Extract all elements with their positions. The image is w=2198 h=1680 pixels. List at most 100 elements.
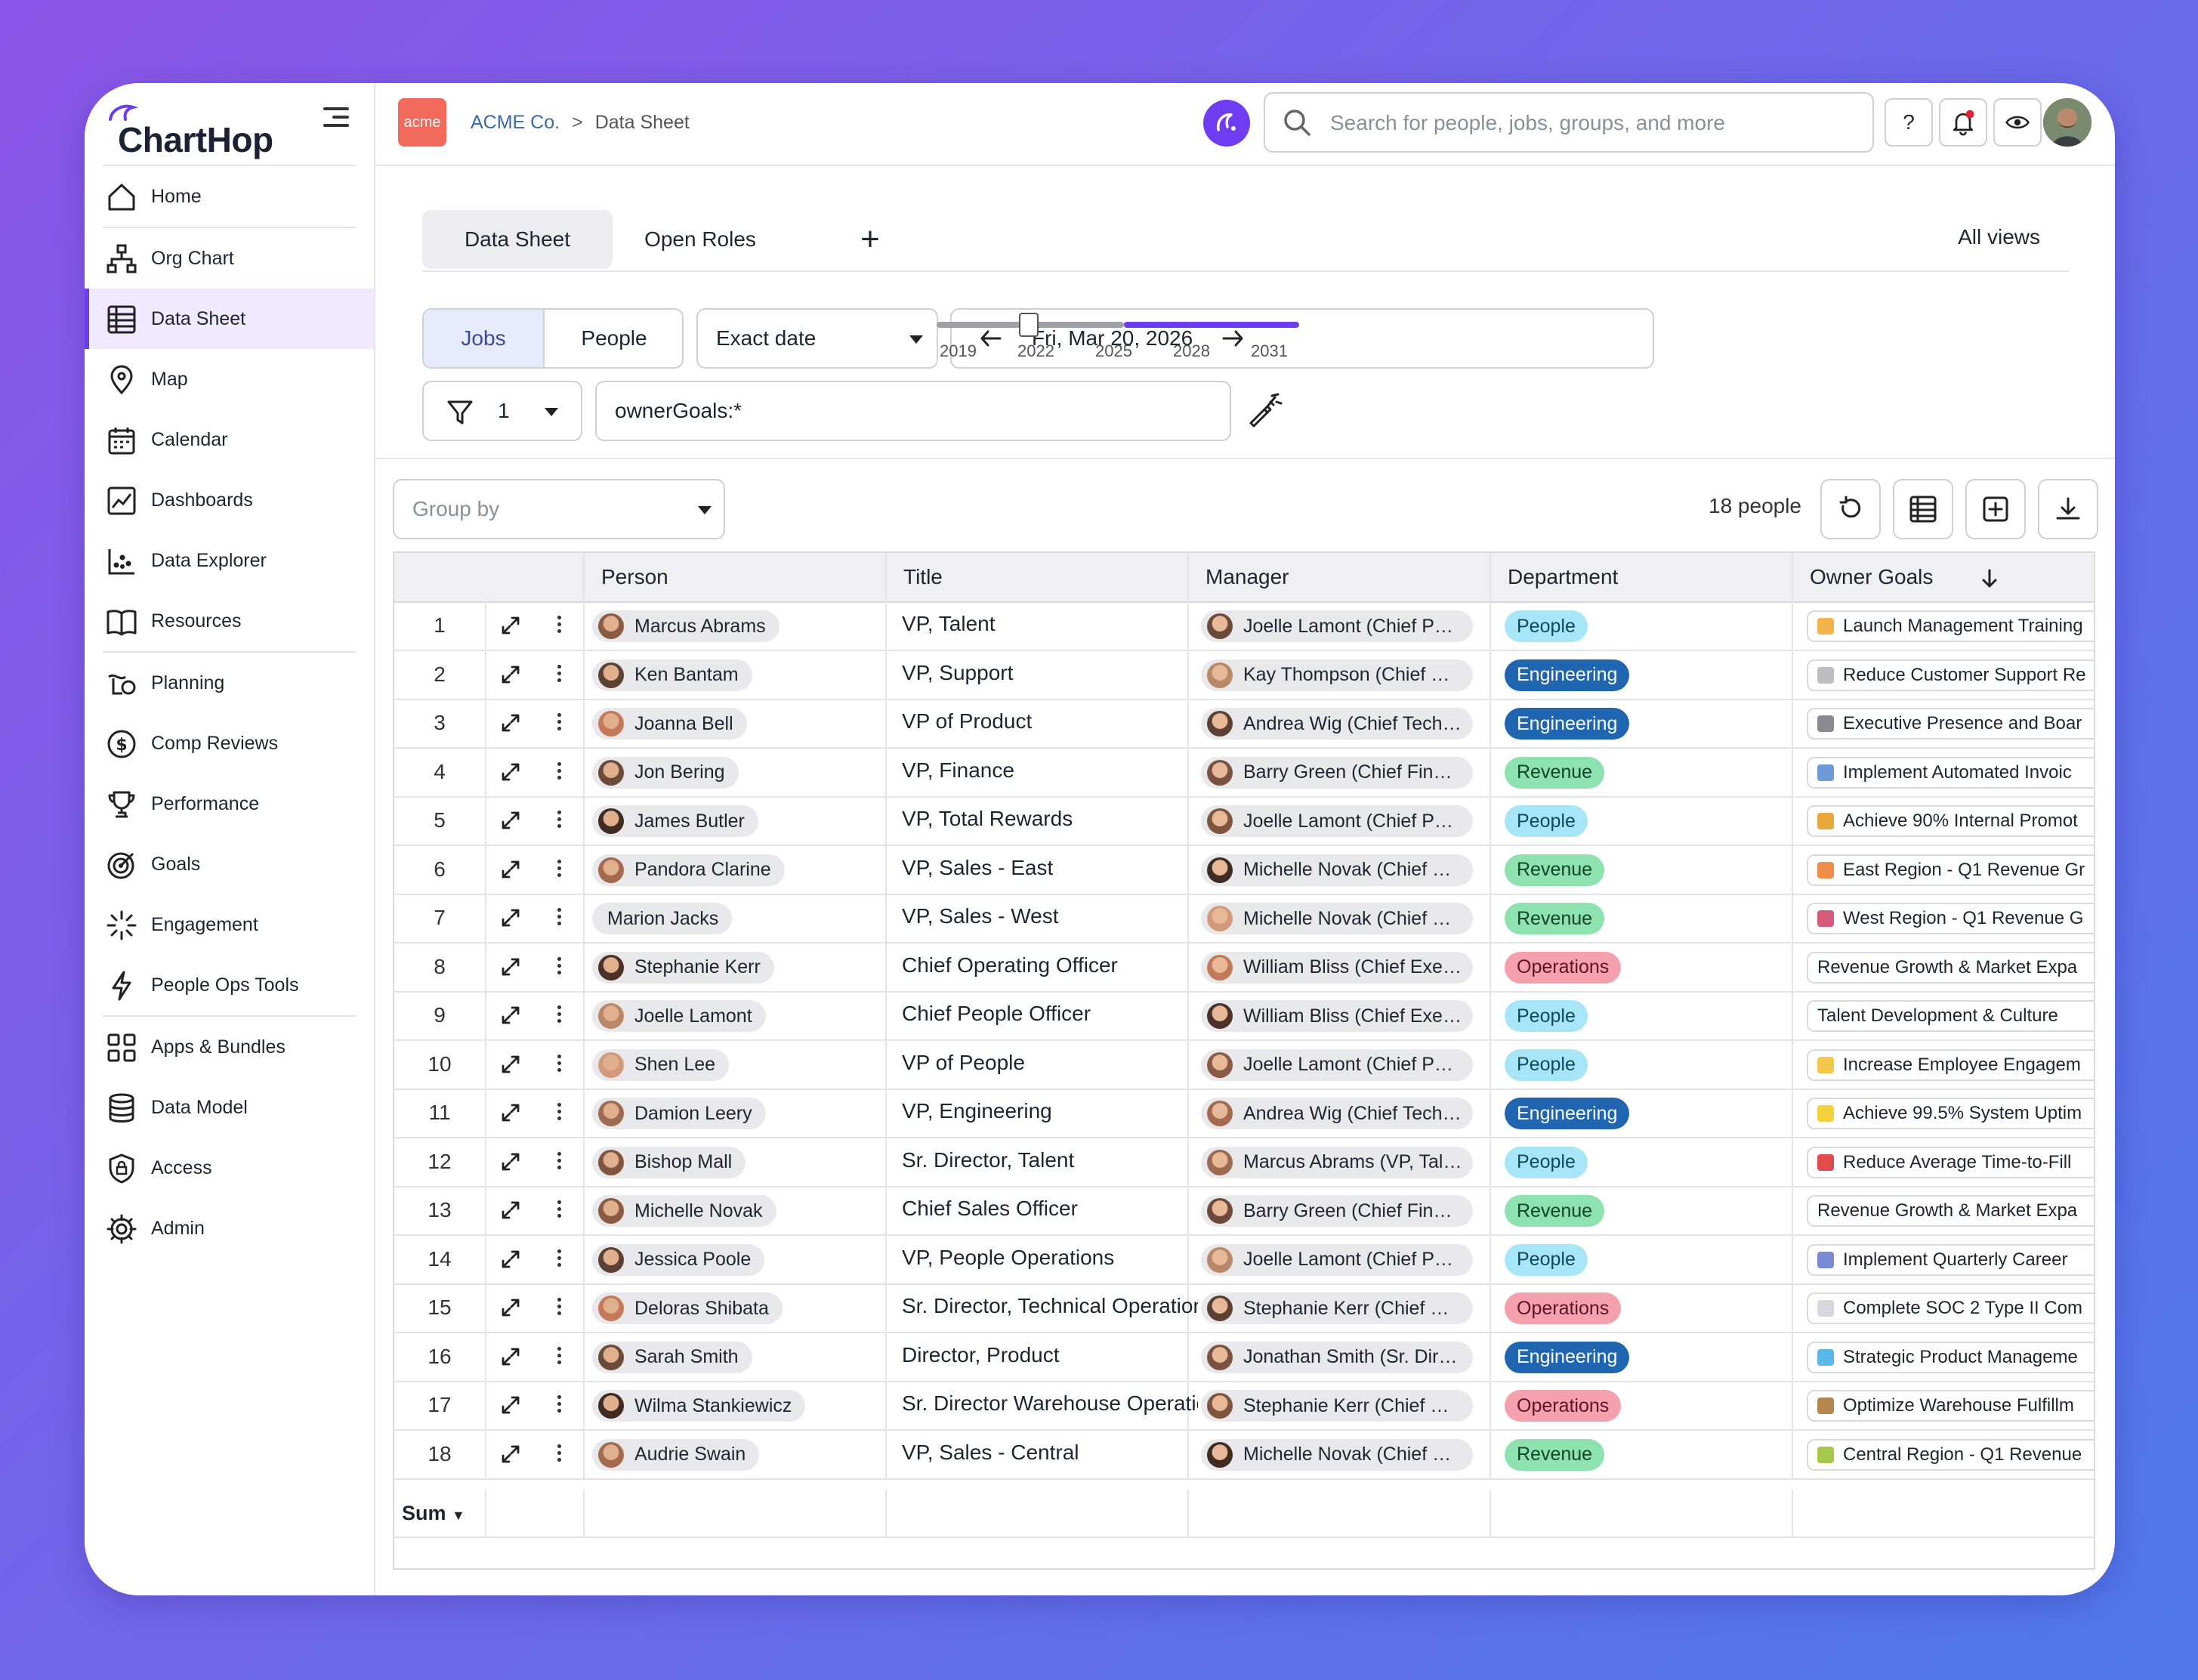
sidebar-item-access[interactable]: Access: [85, 1138, 374, 1198]
sidebar-item-dashboards[interactable]: Dashboards: [85, 470, 374, 530]
title-cell[interactable]: VP, People Operations: [902, 1246, 1198, 1270]
sidebar-item-apps-bundles[interactable]: Apps & Bundles: [85, 1017, 374, 1077]
user-avatar[interactable]: [2043, 98, 2091, 147]
department-badge[interactable]: People: [1505, 1048, 1588, 1081]
breadcrumb-org-link[interactable]: ACME Co.: [471, 112, 560, 133]
expand-icon[interactable]: [500, 1297, 521, 1318]
manager-chip[interactable]: Barry Green (Chief Financial Officer): [1201, 756, 1473, 789]
sidebar-item-admin[interactable]: Admin: [85, 1198, 374, 1258]
columns-button[interactable]: [1893, 479, 1953, 539]
org-logo[interactable]: acme: [398, 98, 446, 147]
sidebar-item-comp-reviews[interactable]: $ Comp Reviews: [85, 713, 374, 774]
sidebar-item-resources[interactable]: Resources: [85, 591, 374, 651]
owner-goal-chip[interactable]: Achieve 90% Internal Promot: [1807, 805, 2094, 837]
more-options-icon[interactable]: [556, 1247, 562, 1271]
more-options-icon[interactable]: [556, 1345, 562, 1369]
department-badge[interactable]: People: [1505, 1243, 1588, 1276]
owner-goal-chip[interactable]: Reduce Average Time-to-Fill: [1807, 1146, 2094, 1178]
expand-icon[interactable]: [500, 1054, 521, 1075]
manager-chip[interactable]: Joelle Lamont (Chief People Officer): [1201, 610, 1473, 642]
title-cell[interactable]: VP of Product: [902, 709, 1198, 733]
download-button[interactable]: [2038, 479, 2098, 539]
title-cell[interactable]: VP, Sales - Central: [902, 1441, 1198, 1465]
table-row[interactable]: 4 Jon Bering VP, Finance Barry Green (Ch…: [394, 747, 2094, 798]
department-badge[interactable]: Operations: [1505, 1390, 1622, 1422]
person-chip[interactable]: Michelle Novak: [592, 1195, 776, 1227]
more-options-icon[interactable]: [556, 1296, 562, 1320]
owner-goal-chip[interactable]: Talent Development & Culture: [1807, 1000, 2094, 1032]
owner-goal-chip[interactable]: Increase Employee Engagem: [1807, 1048, 2094, 1081]
department-badge[interactable]: People: [1505, 1146, 1588, 1178]
sidebar-item-planning[interactable]: Planning: [85, 653, 374, 713]
title-cell[interactable]: Chief Operating Officer: [902, 953, 1198, 977]
expand-icon[interactable]: [500, 1346, 521, 1367]
expand-icon[interactable]: [500, 1005, 521, 1026]
person-chip[interactable]: Joanna Bell: [592, 708, 747, 740]
expand-icon[interactable]: [500, 1200, 521, 1221]
expand-icon[interactable]: [500, 615, 521, 636]
collapse-sidebar-icon[interactable]: [323, 107, 349, 130]
more-options-icon[interactable]: [556, 906, 562, 930]
title-cell[interactable]: VP, Support: [902, 661, 1198, 685]
table-row[interactable]: 16 Sarah Smith Director, Product Jonatha…: [394, 1332, 2094, 1382]
person-chip[interactable]: Ken Bantam: [592, 659, 752, 691]
person-chip[interactable]: Joelle Lamont: [592, 1000, 766, 1032]
more-options-icon[interactable]: [556, 1052, 562, 1076]
title-cell[interactable]: VP, Sales - East: [902, 856, 1198, 880]
more-options-icon[interactable]: [556, 857, 562, 882]
more-options-icon[interactable]: [556, 1198, 562, 1222]
owner-goal-chip[interactable]: Optimize Warehouse Fulfillm: [1807, 1390, 2094, 1422]
person-chip[interactable]: Wilma Stankiewicz: [592, 1390, 806, 1422]
date-mode-select[interactable]: Exact date: [696, 308, 938, 369]
sidebar-item-data-explorer[interactable]: Data Explorer: [85, 530, 374, 591]
expand-icon[interactable]: [500, 1102, 521, 1123]
department-badge[interactable]: Engineering: [1505, 1341, 1630, 1373]
title-cell[interactable]: VP, Engineering: [902, 1099, 1198, 1123]
table-row[interactable]: 7 Marion Jacks VP, Sales - West Michelle…: [394, 894, 2094, 943]
person-chip[interactable]: Damion Leery: [592, 1098, 766, 1129]
arrow-left-icon[interactable]: [979, 328, 1003, 349]
manager-chip[interactable]: Kay Thompson (Chief Customer Officer): [1201, 659, 1473, 691]
expand-icon[interactable]: [500, 1444, 521, 1465]
table-row[interactable]: 13 Michelle Novak Chief Sales Officer Ba…: [394, 1186, 2094, 1236]
manager-chip[interactable]: William Bliss (Chief Executive Officer): [1201, 951, 1473, 984]
search-input[interactable]: [1329, 95, 1860, 151]
person-chip[interactable]: Marcus Abrams: [592, 610, 779, 642]
owner-goal-chip[interactable]: Complete SOC 2 Type II Com: [1807, 1292, 2094, 1324]
column-header-manager[interactable]: Manager: [1206, 565, 1289, 589]
owner-goal-chip[interactable]: Implement Automated Invoic: [1807, 756, 2094, 789]
title-cell[interactable]: Chief Sales Officer: [902, 1197, 1198, 1221]
owner-goal-chip[interactable]: Revenue Growth & Market Expa: [1807, 951, 2094, 984]
manager-chip[interactable]: Andrea Wig (Chief Technology Officer): [1201, 1098, 1473, 1129]
department-badge[interactable]: Revenue: [1505, 854, 1605, 886]
more-options-icon[interactable]: [556, 1101, 562, 1125]
table-row[interactable]: 9 Joelle Lamont Chief People Officer Wil…: [394, 991, 2094, 1041]
charthop-logo[interactable]: ChartHop: [107, 98, 357, 166]
department-badge[interactable]: Engineering: [1505, 708, 1630, 740]
more-options-icon[interactable]: [556, 808, 562, 832]
global-search[interactable]: [1264, 92, 1874, 153]
more-options-icon[interactable]: [556, 1003, 562, 1027]
sidebar-item-org-chart[interactable]: Org Chart: [85, 228, 374, 289]
arrow-right-icon[interactable]: [1221, 328, 1245, 349]
table-row[interactable]: 18 Audrie Swain VP, Sales - Central Mich…: [394, 1429, 2094, 1480]
title-cell[interactable]: VP, Sales - West: [902, 904, 1198, 928]
more-options-icon[interactable]: [556, 1442, 562, 1466]
person-chip[interactable]: Sarah Smith: [592, 1341, 752, 1373]
person-chip[interactable]: Deloras Shibata: [592, 1292, 783, 1324]
sidebar-item-data-model[interactable]: Data Model: [85, 1077, 374, 1138]
manager-chip[interactable]: Stephanie Kerr (Chief Operating Officer): [1201, 1292, 1473, 1324]
expand-icon[interactable]: [500, 859, 521, 880]
department-badge[interactable]: Engineering: [1505, 659, 1630, 691]
manager-chip[interactable]: Michelle Novak (Chief Sales Officer): [1201, 903, 1473, 934]
manager-chip[interactable]: Barry Green (Chief Financial Officer): [1201, 1195, 1473, 1227]
column-header-owner-goals[interactable]: Owner Goals: [1810, 565, 1933, 589]
owner-goal-chip[interactable]: West Region - Q1 Revenue G: [1807, 903, 2094, 934]
manager-chip[interactable]: Joelle Lamont (Chief People Officer): [1201, 1048, 1473, 1081]
all-views-link[interactable]: All views: [1958, 225, 2040, 249]
manager-chip[interactable]: Joelle Lamont (Chief People Officer): [1201, 1243, 1473, 1276]
more-options-icon[interactable]: [556, 955, 562, 979]
department-badge[interactable]: Revenue: [1505, 1195, 1605, 1227]
table-row[interactable]: 6 Pandora Clarine VP, Sales - East Miche…: [394, 845, 2094, 895]
person-chip[interactable]: Audrie Swain: [592, 1438, 760, 1471]
